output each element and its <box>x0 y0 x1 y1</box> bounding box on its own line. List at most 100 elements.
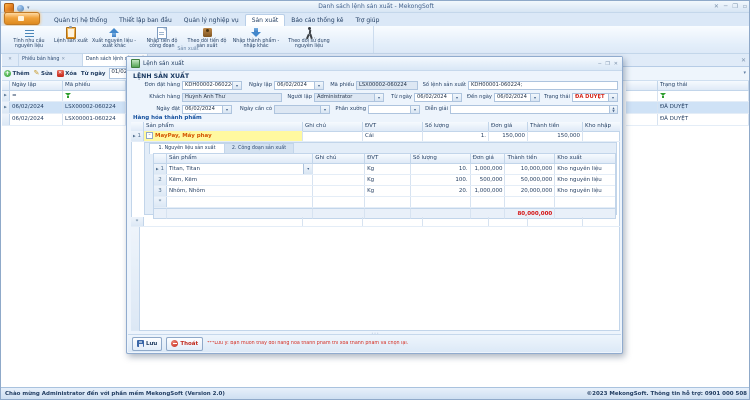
maximize-icon[interactable]: ▫ <box>743 3 747 11</box>
column-header-price[interactable]: Đơn giá <box>471 154 506 164</box>
save-button[interactable]: Lưu <box>132 337 162 351</box>
toolbar-overflow-icon[interactable]: ▾ <box>743 70 746 76</box>
workshop-combo[interactable] <box>368 105 420 114</box>
cell-warehouse[interactable] <box>583 131 620 141</box>
cell-note[interactable] <box>313 186 365 196</box>
product-new-row[interactable]: * <box>131 217 620 227</box>
cell-product[interactable]: Titan, Titan <box>167 164 313 174</box>
collapse-icon[interactable] <box>146 132 153 139</box>
minimize-icon[interactable]: ─ <box>598 60 601 68</box>
cell-product[interactable]: Nhôm, Nhôm <box>167 186 313 196</box>
ribbon-tab-production[interactable]: Sản xuất <box>245 14 286 26</box>
column-header-qty[interactable]: Số lượng <box>411 154 471 164</box>
dropdown-icon[interactable] <box>410 106 419 113</box>
cell-product[interactable]: Kẽm, Kẽm <box>167 175 313 185</box>
ribbon-tab-reports[interactable]: Báo cáo thống kê <box>285 15 349 26</box>
tab-sales-order[interactable]: Phiếu bán hàng ✕ <box>19 54 83 66</box>
add-button[interactable]: Thêm <box>4 70 30 77</box>
dropdown-icon[interactable] <box>530 94 539 101</box>
delete-button[interactable]: Xóa <box>57 70 77 77</box>
column-header-warehouse[interactable]: Kho xuất <box>555 154 615 164</box>
cell-warehouse[interactable]: Kho nguyên liệu <box>555 164 615 174</box>
app-menu-button[interactable] <box>4 12 40 25</box>
from-date-input[interactable]: 01/02/2024 <box>109 68 127 79</box>
filter-cell-date[interactable]: = <box>10 91 63 101</box>
restore-icon[interactable]: ❐ <box>605 60 609 68</box>
cell-amount[interactable]: 50,000,000 <box>505 175 555 185</box>
cell-qty[interactable]: 100. <box>411 175 471 185</box>
dropdown-icon[interactable] <box>303 164 312 174</box>
created-date-input[interactable]: 06/02/2024 <box>274 81 324 90</box>
ribbon-tab-help[interactable]: Trợ giúp <box>350 15 386 26</box>
table-row[interactable]: 06/02/2024 LSX00002-060224 <box>2 102 126 114</box>
column-header-product[interactable]: Sản phẩm <box>167 154 313 164</box>
column-header-date[interactable]: Ngày lập <box>10 81 63 91</box>
to-date-input[interactable]: 06/02/2024 <box>494 93 540 102</box>
close-icon[interactable]: ✕ <box>714 3 719 11</box>
ribbon-tab-operations[interactable]: Quản lý nghiệp vụ <box>178 15 245 26</box>
cell-code[interactable]: LSX00001-060224 <box>63 114 126 125</box>
dropdown-icon[interactable] <box>232 82 241 89</box>
from-date-input[interactable]: 06/02/2024 <box>414 93 462 102</box>
cell-qty[interactable]: 20. <box>411 186 471 196</box>
restore-icon[interactable]: ❐ <box>733 3 738 11</box>
cell-qty[interactable]: 10. <box>411 164 471 174</box>
note-input[interactable]: ▲▼ <box>450 105 618 114</box>
cell-date[interactable]: 06/02/2024 <box>10 102 63 113</box>
cell-amount[interactable]: 150,000 <box>528 131 583 141</box>
material-row[interactable]: 1 Titan, Titan Kg 10. 1,000,000 10,000,0… <box>154 164 615 175</box>
cell-note[interactable] <box>303 131 363 141</box>
table-row[interactable]: ĐÃ DUYỆT <box>626 102 750 114</box>
cell-warehouse[interactable]: Kho nguyên liệu <box>555 175 615 185</box>
column-header-unit[interactable]: ĐVT <box>365 154 411 164</box>
cell-price[interactable]: 500,000 <box>471 175 506 185</box>
spinner-icon[interactable]: ▲▼ <box>609 106 617 113</box>
cell-status[interactable]: ĐÃ DUYỆT <box>657 102 749 113</box>
cell-note[interactable] <box>313 175 365 185</box>
cell-unit[interactable]: Kg <box>365 186 411 196</box>
order-combo[interactable]: KDH00002-060224; <box>182 81 242 90</box>
dropdown-icon[interactable] <box>320 106 329 113</box>
close-icon[interactable]: ✕ <box>61 54 65 66</box>
minimize-icon[interactable]: ─ <box>724 3 728 11</box>
close-document-icon[interactable]: ✕ <box>741 56 746 65</box>
cell-code[interactable]: LSX00002-060224 <box>63 102 126 113</box>
cell-unit[interactable]: Kg <box>365 175 411 185</box>
cell-note[interactable] <box>313 164 365 174</box>
edit-button[interactable]: Sửa <box>34 70 53 77</box>
number-input[interactable]: KDH00001-060224; <box>468 81 618 90</box>
cell-status[interactable]: ĐÃ DUYỆT <box>657 114 749 125</box>
dropdown-icon[interactable] <box>452 94 461 101</box>
cell-unit[interactable]: Kg <box>365 164 411 174</box>
material-new-row[interactable]: * <box>154 197 615 208</box>
column-header-code[interactable]: Mã phiếu <box>63 81 126 91</box>
column-header-note[interactable]: Ghi chú <box>313 154 365 164</box>
tab-stub[interactable]: ✕ <box>2 54 19 66</box>
cell-price[interactable]: 1,000,000 <box>471 164 506 174</box>
filter-cell-code[interactable] <box>63 91 126 101</box>
dropdown-icon[interactable] <box>314 82 323 89</box>
dropdown-icon[interactable] <box>374 94 383 101</box>
exit-button[interactable]: Thoát <box>166 337 203 351</box>
cell-warehouse[interactable]: Kho nguyên liệu <box>555 186 615 196</box>
need-date-input[interactable] <box>274 105 330 114</box>
status-combo[interactable]: ĐÃ DUYỆT <box>572 93 618 102</box>
table-row[interactable]: ĐÃ DUYỆT <box>626 114 750 126</box>
cell-amount[interactable]: 20,000,000 <box>505 186 555 196</box>
cell-unit[interactable]: Cái <box>363 131 423 141</box>
cell-price[interactable]: 1,000,000 <box>471 186 506 196</box>
order-date-input[interactable]: 06/02/2024 <box>182 105 232 114</box>
filter-cell-status[interactable] <box>657 91 749 101</box>
column-header-status[interactable]: Trạng thái <box>657 81 749 91</box>
material-row[interactable]: 2 Kẽm, Kẽm Kg 100. 500,000 50,000,000 Kh… <box>154 175 615 186</box>
cell-qty[interactable]: 1. <box>423 131 489 141</box>
ribbon-tab-system[interactable]: Quản trị hệ thống <box>48 15 113 26</box>
cell-product[interactable]: MayPay, Máy phay <box>144 131 303 141</box>
close-icon[interactable]: ✕ <box>614 60 618 68</box>
ribbon-tab-setup[interactable]: Thiết lập ban đầu <box>113 15 178 26</box>
cell-amount[interactable]: 10,000,000 <box>505 164 555 174</box>
dropdown-icon[interactable] <box>222 106 231 113</box>
cell-price[interactable]: 150,000 <box>489 131 528 141</box>
dropdown-icon[interactable] <box>608 94 617 101</box>
cell-date[interactable]: 06/02/2024 <box>10 114 63 125</box>
